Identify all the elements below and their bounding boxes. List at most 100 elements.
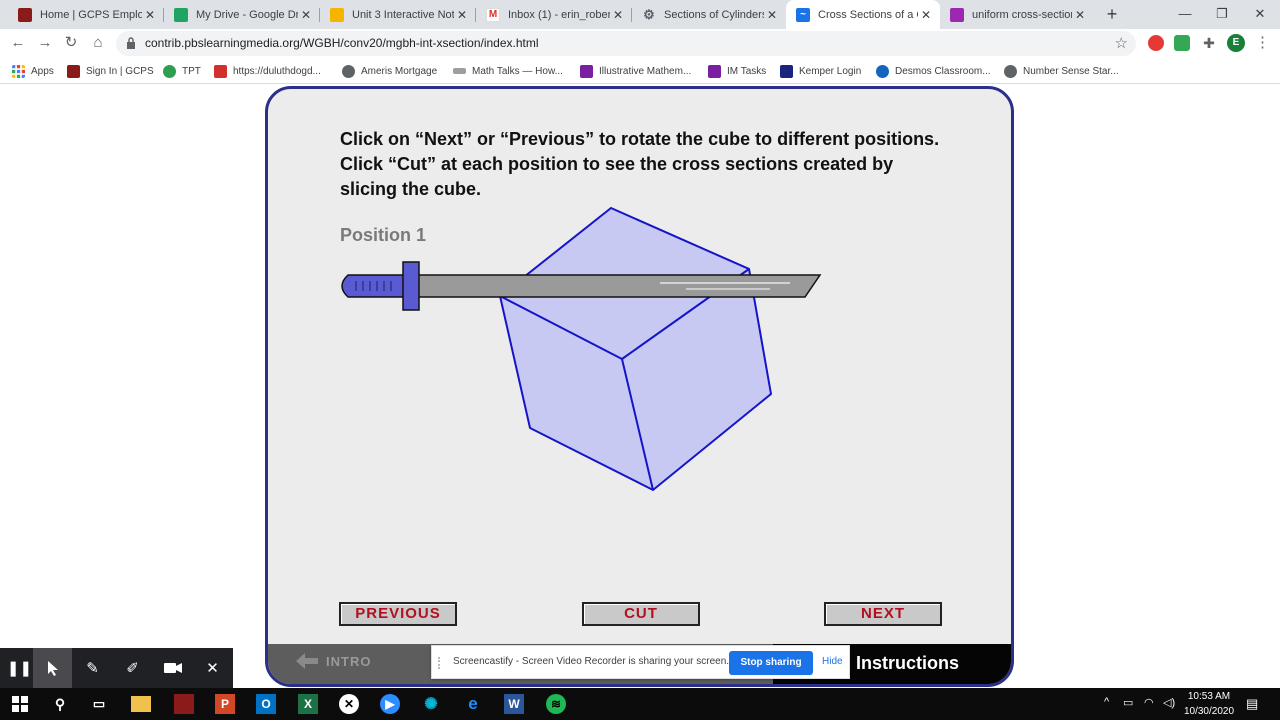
tab-title: Cross Sections of a Cu <box>818 8 918 21</box>
bookmark-star-icon[interactable]: ☆ <box>1115 34 1128 52</box>
bookmark-label: Desmos Classroom... <box>895 65 991 77</box>
home-button[interactable]: ⌂ <box>88 33 108 53</box>
gcps-icon <box>18 7 32 22</box>
bookmark-label: Kemper Login <box>799 65 862 77</box>
screencastify-toolbar: ❚❚ ✎ ✐ ✕ <box>0 648 233 688</box>
word-icon[interactable]: W <box>504 694 524 714</box>
gcps-icon <box>67 64 80 78</box>
next-button[interactable]: NEXT <box>824 602 942 626</box>
tab-interactive-notes[interactable]: Unit 3 Interactive Note ✕ <box>320 0 476 29</box>
clock-date: 10/30/2020 <box>1183 706 1235 717</box>
intro-button[interactable]: INTRO <box>296 653 371 669</box>
outlook-icon[interactable]: O <box>256 694 276 714</box>
instructions-button[interactable]: n Instructions <box>840 653 959 674</box>
bookmark-number-sense[interactable]: Number Sense Star... <box>1004 63 1119 79</box>
hide-button[interactable]: Hide <box>822 656 843 667</box>
settings-icon[interactable]: ✺ <box>421 694 441 714</box>
camera-icon[interactable] <box>153 648 192 688</box>
cursor-icon[interactable] <box>33 648 72 688</box>
bookmark-label: Ameris Mortgage <box>361 65 438 77</box>
tab-title: My Drive - Google Driv <box>196 8 298 21</box>
more-menu-icon[interactable]: ⋮ <box>1255 33 1270 51</box>
tab-gcps-home[interactable]: Home | GCPS Employe ✕ <box>8 0 164 29</box>
bookmark-apps[interactable]: Apps <box>12 63 54 79</box>
apps-grid-icon <box>12 64 25 78</box>
bookmark-label: Math Talks — How... <box>472 65 563 77</box>
back-button[interactable]: ← <box>8 33 28 53</box>
purple-site-icon <box>950 7 964 22</box>
profile-avatar[interactable]: E <box>1227 34 1245 52</box>
close-icon[interactable]: ✕ <box>764 8 780 22</box>
previous-button[interactable]: PREVIOUS <box>339 602 457 626</box>
wifi-icon[interactable]: ◠ <box>1144 696 1154 709</box>
stop-sharing-button[interactable]: Stop sharing <box>729 651 813 675</box>
close-window-button[interactable]: ✕ <box>1250 4 1270 24</box>
bookmark-label: Number Sense Star... <box>1023 65 1119 77</box>
screen-share-notice: Screencastify - Screen Video Recorder is… <box>431 645 850 679</box>
sword-blade <box>417 274 822 298</box>
spotify-icon[interactable]: ≋ <box>546 694 566 714</box>
globe-icon <box>1004 64 1017 78</box>
bookmark-label: Illustrative Mathem... <box>599 65 692 77</box>
bookmark-tpt[interactable]: TPT <box>163 63 201 79</box>
illustrative-math-icon <box>580 64 593 78</box>
gcps-app-icon[interactable] <box>174 694 194 714</box>
close-icon[interactable]: ✕ <box>193 648 232 688</box>
battery-icon[interactable]: ▭ <box>1123 696 1133 709</box>
google-drive-icon <box>174 7 188 22</box>
screencastify-extension-icon[interactable] <box>1148 35 1164 51</box>
tpt-icon <box>163 64 176 78</box>
tab-cross-sections-cube[interactable]: ~ Cross Sections of a Cu ✕ <box>786 0 940 29</box>
forward-button[interactable]: → <box>35 33 55 53</box>
tab-google-drive[interactable]: My Drive - Google Driv ✕ <box>164 0 320 29</box>
drag-handle-icon[interactable] <box>438 657 444 669</box>
search-icon[interactable]: ⚲ <box>50 694 70 714</box>
minimize-button[interactable]: — <box>1175 4 1195 24</box>
bookmark-gcps-signin[interactable]: Sign In | GCPS <box>67 63 154 79</box>
windows-start-icon[interactable] <box>10 694 30 714</box>
zoom-icon[interactable]: ▶ <box>380 694 400 714</box>
chevron-up-icon[interactable]: ^ <box>1104 696 1109 708</box>
cut-button[interactable]: CUT <box>582 602 700 626</box>
xbox-icon[interactable]: ✕ <box>339 694 359 714</box>
restore-button[interactable]: ❐ <box>1212 4 1232 24</box>
math-talks-icon <box>453 68 466 74</box>
close-icon[interactable]: ✕ <box>454 8 470 22</box>
volume-icon[interactable]: ◁) <box>1163 696 1175 709</box>
bookmark-im-tasks[interactable]: IM Tasks <box>708 63 766 79</box>
highlighter-icon[interactable]: ✐ <box>113 648 152 688</box>
puzzle-extensions-icon[interactable]: ✚ <box>1201 35 1217 51</box>
bookmark-label: Sign In | GCPS <box>86 65 154 77</box>
close-icon[interactable]: ✕ <box>610 8 626 22</box>
browser-tab-strip: Home | GCPS Employe ✕ My Drive - Google … <box>0 0 1280 29</box>
clock[interactable]: 10:53 AM 10/30/2020 <box>1180 689 1238 719</box>
bookmark-illustrative-math[interactable]: Illustrative Mathem... <box>580 63 691 79</box>
notifications-icon[interactable]: ▤ <box>1246 696 1258 712</box>
pen-icon[interactable]: ✎ <box>73 648 112 688</box>
excel-icon[interactable]: X <box>298 694 318 714</box>
google-slides-icon <box>330 7 344 22</box>
globe-icon <box>342 64 355 78</box>
powerpoint-icon[interactable]: P <box>215 694 235 714</box>
internet-explorer-icon[interactable]: e <box>463 694 483 714</box>
reload-button[interactable]: ↻ <box>61 33 81 53</box>
tab-gmail-inbox[interactable]: M Inbox (1) - erin_roberta ✕ <box>476 0 632 29</box>
bookmark-label: Apps <box>31 65 54 77</box>
close-icon[interactable]: ✕ <box>1072 8 1088 22</box>
cube <box>498 206 773 492</box>
close-icon[interactable]: ✕ <box>918 8 934 22</box>
task-view-icon[interactable]: ▭ <box>89 694 109 714</box>
bookmark-duluth[interactable]: https://duluthdogd... <box>214 63 321 79</box>
file-explorer-icon[interactable] <box>131 696 151 712</box>
address-bar[interactable]: contrib.pbslearningmedia.org/WGBH/conv20… <box>116 31 1136 56</box>
close-icon[interactable]: ✕ <box>142 8 158 22</box>
bookmark-kemper[interactable]: Kemper Login <box>780 63 861 79</box>
new-tab-button[interactable]: + <box>1102 4 1122 24</box>
bookmark-desmos[interactable]: Desmos Classroom... <box>876 63 991 79</box>
bookmark-ameris[interactable]: Ameris Mortgage <box>342 63 437 79</box>
bookmark-math-talks[interactable]: Math Talks — How... <box>453 63 563 79</box>
tab-uniform-cross-section[interactable]: uniform cross-section ✕ <box>940 0 1094 29</box>
close-icon[interactable]: ✕ <box>298 8 314 22</box>
green-extension-icon[interactable] <box>1174 35 1190 51</box>
tab-sections-cylinders[interactable]: ⚙ Sections of Cylinders - ✕ <box>632 0 786 29</box>
